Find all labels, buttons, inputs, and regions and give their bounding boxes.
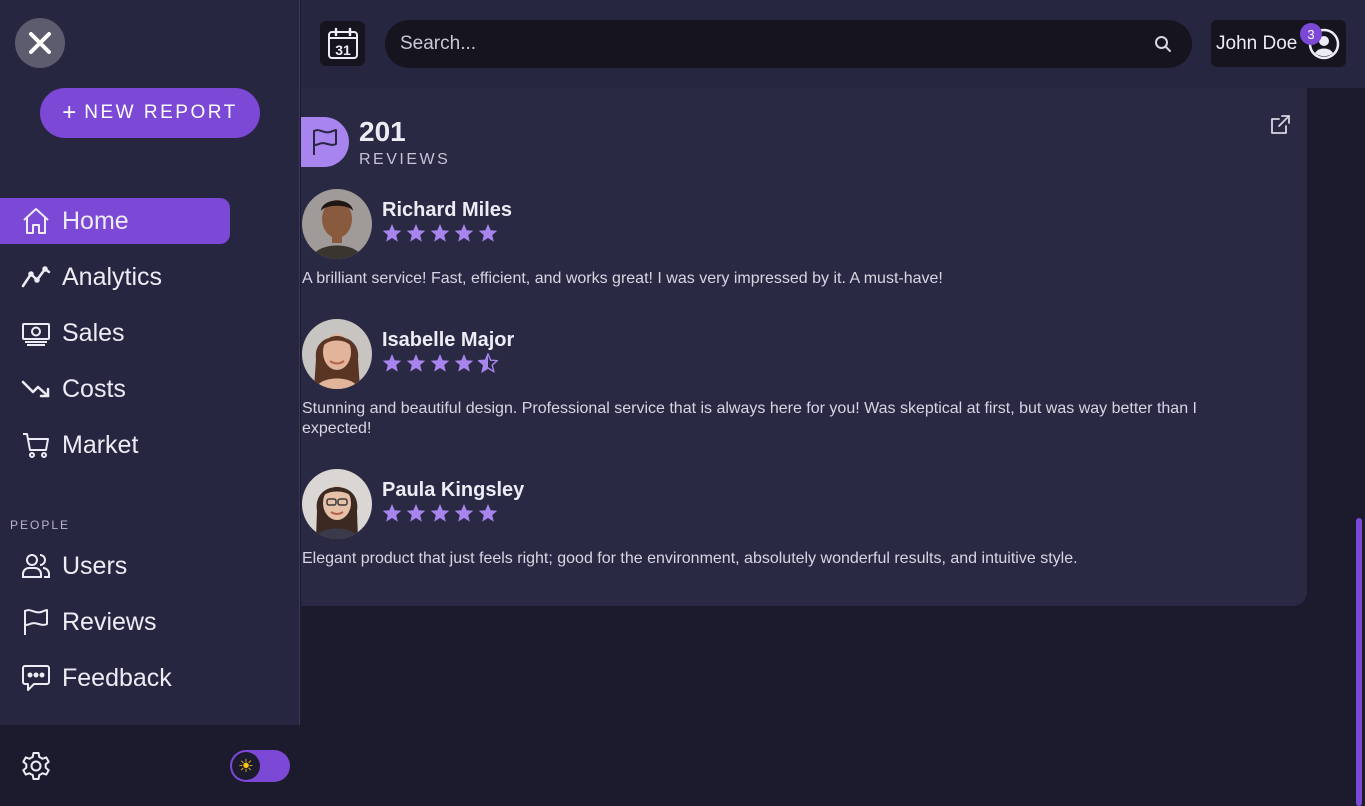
reviews-card: 201 REVIEWS Richard Miles A brilliant se… [301, 88, 1307, 606]
search-icon[interactable] [1154, 35, 1172, 53]
sidebar-item-home[interactable]: Home [0, 198, 230, 244]
theme-toggle[interactable]: ☀ [230, 750, 290, 782]
sidebar-footer: ☀ [0, 725, 300, 806]
sun-icon: ☀ [232, 752, 260, 780]
gear-icon [22, 752, 50, 780]
close-icon [29, 32, 51, 54]
close-sidebar-button[interactable] [15, 18, 65, 68]
sidebar-item-label: Sales [62, 318, 125, 347]
star-half-icon [478, 353, 498, 373]
sidebar-item-sales[interactable]: Sales [0, 310, 230, 356]
star-icon [454, 354, 474, 372]
star-rating [382, 353, 498, 373]
chat-icon [20, 662, 52, 694]
trend-up-icon [20, 261, 52, 293]
star-rating [382, 223, 498, 243]
search-input[interactable] [400, 33, 1154, 55]
reviews-count: 201 [359, 116, 406, 147]
sidebar-item-label: Costs [62, 374, 126, 403]
new-report-label: NEW REPORT [84, 102, 238, 123]
star-rating [382, 503, 498, 523]
users-icon [20, 550, 52, 582]
section-label-people: PEOPLE [10, 518, 71, 532]
star-icon [430, 224, 450, 242]
star-icon [382, 504, 402, 522]
new-report-button[interactable]: + NEW REPORT [40, 88, 260, 138]
star-icon [478, 504, 498, 522]
sidebar-item-costs[interactable]: Costs [0, 366, 230, 412]
sidebar-item-label: Users [62, 551, 128, 580]
home-icon [20, 205, 52, 237]
sidebar-item-label: Market [62, 430, 139, 459]
avatar [302, 319, 372, 389]
star-icon [430, 504, 450, 522]
review-text: A brilliant service! Fast, efficient, an… [302, 270, 943, 287]
settings-button[interactable] [20, 750, 52, 782]
avatar [302, 189, 372, 259]
top-bar: 31 John Doe 3 [301, 0, 1365, 88]
flag-icon [301, 117, 349, 167]
star-icon [406, 354, 426, 372]
sidebar: + NEW REPORT Home Analytics Sales Costs … [0, 0, 300, 806]
star-icon [478, 224, 498, 242]
sidebar-item-label: Feedback [62, 663, 172, 692]
star-icon [382, 224, 402, 242]
sidebar-item-feedback[interactable]: Feedback [0, 655, 230, 701]
star-icon [406, 224, 426, 242]
star-icon [454, 224, 474, 242]
reviews-label: REVIEWS [359, 151, 451, 168]
calendar-button[interactable]: 31 [320, 21, 365, 66]
star-icon [406, 504, 426, 522]
review-text: Elegant product that just feels right; g… [302, 550, 1078, 567]
cart-icon [20, 429, 52, 461]
user-menu-button[interactable]: John Doe 3 [1211, 20, 1346, 67]
notification-badge: 3 [1300, 23, 1322, 45]
external-link-icon[interactable] [1269, 114, 1291, 136]
star-icon [454, 504, 474, 522]
sidebar-item-label: Reviews [62, 607, 157, 636]
star-icon [382, 354, 402, 372]
plus-icon: + [62, 99, 77, 126]
star-icon [430, 354, 450, 372]
flag-icon [20, 606, 52, 638]
search-bar [385, 20, 1192, 68]
sidebar-item-users[interactable]: Users [0, 543, 230, 589]
reviewer-name: Richard Miles [382, 199, 513, 221]
sidebar-item-reviews[interactable]: Reviews [0, 599, 230, 645]
reviewer-name: Isabelle Major [382, 329, 515, 351]
review-text: Stunning and beautiful design. Professio… [302, 400, 1197, 437]
sidebar-item-label: Home [62, 206, 129, 235]
sidebar-item-analytics[interactable]: Analytics [0, 254, 230, 300]
user-name: John Doe [1216, 32, 1298, 54]
calendar-day: 31 [335, 42, 351, 58]
scrollbar[interactable] [1356, 518, 1362, 806]
calendar-icon: 31 [327, 27, 358, 59]
cash-icon [20, 317, 52, 349]
avatar [302, 469, 372, 539]
trend-down-icon [20, 373, 52, 405]
sidebar-item-market[interactable]: Market [0, 422, 230, 468]
sidebar-item-label: Analytics [62, 262, 163, 291]
reviewer-name: Paula Kingsley [382, 479, 525, 501]
